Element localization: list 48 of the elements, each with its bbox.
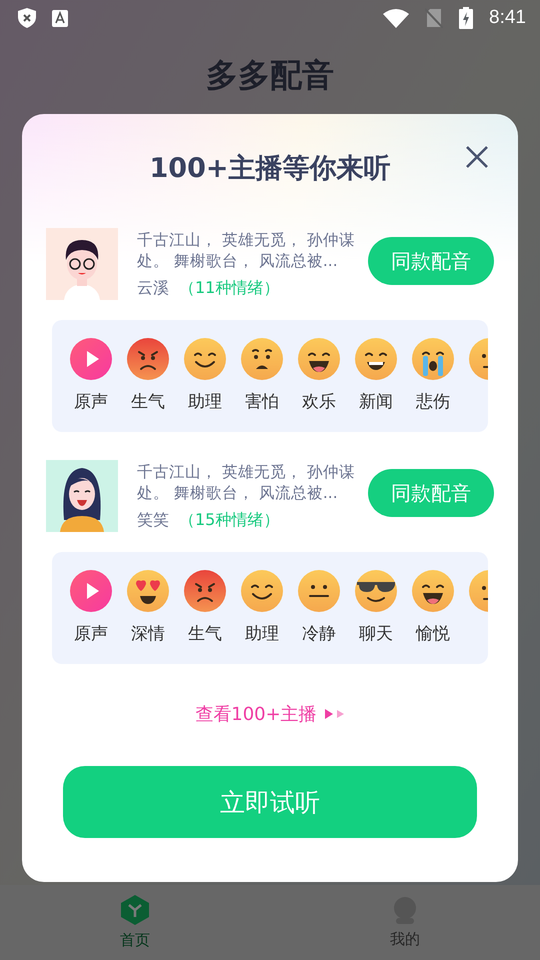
- emotion-label[interactable]: 原声: [74, 622, 108, 645]
- emotion-label[interactable]: 悲伤: [416, 390, 450, 413]
- avatar-drawing: [46, 460, 118, 532]
- emoji-face-icon[interactable]: [241, 570, 283, 612]
- voice-name: 云溪: [137, 278, 169, 298]
- emotion-label[interactable]: 欢乐: [302, 390, 336, 413]
- emoji-face-icon[interactable]: [241, 338, 283, 380]
- cube-icon: [121, 895, 149, 925]
- app-title: 多多配音: [206, 55, 334, 96]
- wifi-icon: [383, 8, 410, 28]
- emotion-label[interactable]: 助理: [245, 622, 279, 645]
- avatar-drawing: [46, 228, 118, 300]
- play-icon[interactable]: [70, 338, 112, 380]
- emoji-face-icon[interactable]: [184, 338, 226, 380]
- emoji-face-icon[interactable]: [355, 338, 397, 380]
- emotion-label[interactable]: 深情: [131, 622, 165, 645]
- emotion-count: （15种情绪）: [179, 510, 280, 530]
- emoji-face-icon[interactable]: [355, 570, 397, 612]
- double-triangle-icon: [324, 709, 345, 719]
- no-sim-icon: [425, 8, 444, 28]
- close-icon[interactable]: [464, 144, 490, 170]
- emoji-face-icon[interactable]: [127, 570, 169, 612]
- voice-description: 千古江山， 英雄无觅， 孙仲谋处。 舞榭歌台， 风流总被...: [137, 230, 356, 272]
- voice-name: 笑笑: [137, 510, 169, 530]
- emoji-face-icon[interactable]: [412, 338, 454, 380]
- emoji-face-icon[interactable]: [298, 338, 340, 380]
- shield-icon: [18, 8, 36, 28]
- emotion-label[interactable]: 冷静: [302, 622, 336, 645]
- emotion-label[interactable]: 原声: [74, 390, 108, 413]
- dialog-title: 100+主播等你来听: [150, 152, 390, 186]
- emotion-label[interactable]: 助理: [188, 390, 222, 413]
- emotion-count: （11种情绪）: [179, 278, 280, 298]
- emoji-face-icon[interactable]: [127, 338, 169, 380]
- emotion-label[interactable]: 新闻: [359, 390, 393, 413]
- emotion-label[interactable]: 生气: [188, 622, 222, 645]
- emotion-label[interactable]: 生气: [131, 390, 165, 413]
- voice-description: 千古江山， 英雄无觅， 孙仲谋处。 舞榭歌台， 风流总被...: [137, 462, 356, 504]
- emoji-face-icon[interactable]: [298, 570, 340, 612]
- emotion-label[interactable]: 愉悦: [416, 622, 450, 645]
- battery-charging-icon: [459, 7, 474, 29]
- emoji-face-icon[interactable]: [412, 570, 454, 612]
- text-icon: [52, 10, 68, 26]
- status-time: 8:41: [489, 7, 526, 29]
- emotion-label[interactable]: 聊天: [359, 622, 393, 645]
- emoji-face-icon[interactable]: [184, 570, 226, 612]
- emotion-label[interactable]: 害怕: [245, 390, 279, 413]
- view-more-link[interactable]: 查看100+主播: [195, 702, 345, 726]
- play-icon[interactable]: [70, 570, 112, 612]
